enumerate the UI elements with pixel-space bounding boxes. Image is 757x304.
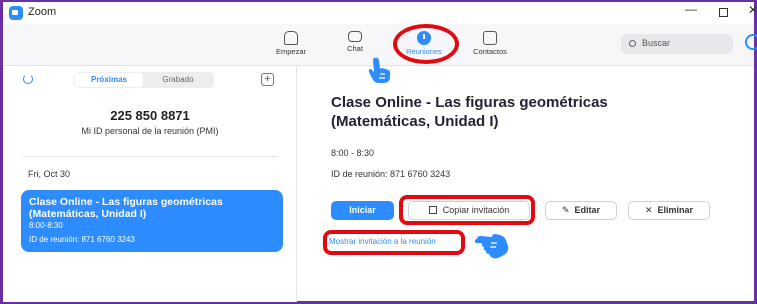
meetings-sidebar: Próximas Grabado + 225 850 8871 Mi ID pe… bbox=[3, 66, 297, 302]
meeting-title: Clase Online - Las figuras geométricas (… bbox=[331, 94, 608, 130]
add-meeting-icon[interactable]: + bbox=[261, 73, 274, 86]
start-button[interactable]: Iniciar bbox=[331, 201, 394, 220]
edit-button[interactable]: ✎ Editar bbox=[545, 201, 617, 220]
pointing-hand-icon bbox=[368, 57, 390, 83]
search-placeholder: Buscar bbox=[642, 38, 671, 48]
tab-contactos[interactable]: Contactos bbox=[465, 31, 515, 56]
browser-edge-icon[interactable] bbox=[745, 34, 757, 50]
divider bbox=[23, 156, 277, 157]
tab-label: Chat bbox=[347, 44, 363, 53]
minimize-button[interactable]: — bbox=[681, 2, 701, 16]
maximize-button[interactable] bbox=[713, 4, 733, 20]
pmi-label: Mi ID personal de la reunión (PMI) bbox=[81, 126, 219, 136]
date-header: Fri, Oct 30 bbox=[28, 169, 71, 179]
tab-proximas[interactable]: Próximas bbox=[75, 73, 143, 87]
meeting-card-time: 8:00-8:30 bbox=[29, 221, 63, 230]
highlight-reuniones bbox=[393, 24, 459, 64]
chat-icon bbox=[348, 31, 362, 42]
meeting-list-item[interactable]: Clase Online - Las figuras geométricas (… bbox=[21, 190, 283, 252]
meeting-time: 8:00 - 8:30 bbox=[331, 148, 375, 158]
pointing-hand-icon bbox=[475, 234, 509, 259]
tab-empezar[interactable]: Empezar bbox=[266, 31, 316, 56]
refresh-icon[interactable] bbox=[23, 74, 33, 84]
window-title: Zoom bbox=[28, 6, 57, 18]
tab-chat[interactable]: Chat bbox=[330, 31, 380, 53]
meeting-id: ID de reunión: 871 6760 3243 bbox=[331, 169, 451, 179]
edit-label: Editar bbox=[574, 205, 601, 215]
search-icon bbox=[629, 40, 636, 47]
tab-label: Empezar bbox=[275, 47, 306, 56]
delete-button[interactable]: ✕ Eliminar bbox=[628, 201, 710, 220]
meetings-segment-control: Próximas Grabado bbox=[74, 72, 214, 88]
search-input[interactable]: Buscar bbox=[621, 34, 733, 54]
tab-label: Contactos bbox=[473, 47, 507, 56]
x-icon: ✕ bbox=[644, 205, 653, 215]
close-button[interactable]: ✕ bbox=[743, 3, 757, 17]
meeting-card-id: ID de reunión: 871 6760 3243 bbox=[29, 235, 135, 244]
highlight-show-invitation bbox=[323, 230, 465, 255]
meeting-card-title: Clase Online - Las figuras geométricas (… bbox=[29, 196, 223, 220]
pmi-number[interactable]: 225 850 8871 bbox=[3, 108, 297, 123]
zoom-logo-icon bbox=[9, 6, 23, 20]
pencil-icon: ✎ bbox=[561, 205, 570, 215]
delete-label: Eliminar bbox=[657, 205, 694, 215]
tab-grabado[interactable]: Grabado bbox=[144, 73, 212, 87]
title-bar: Zoom — ✕ bbox=[3, 2, 757, 24]
highlight-copy-invitation bbox=[399, 195, 535, 225]
contacts-icon bbox=[483, 31, 497, 45]
home-icon bbox=[284, 31, 298, 45]
